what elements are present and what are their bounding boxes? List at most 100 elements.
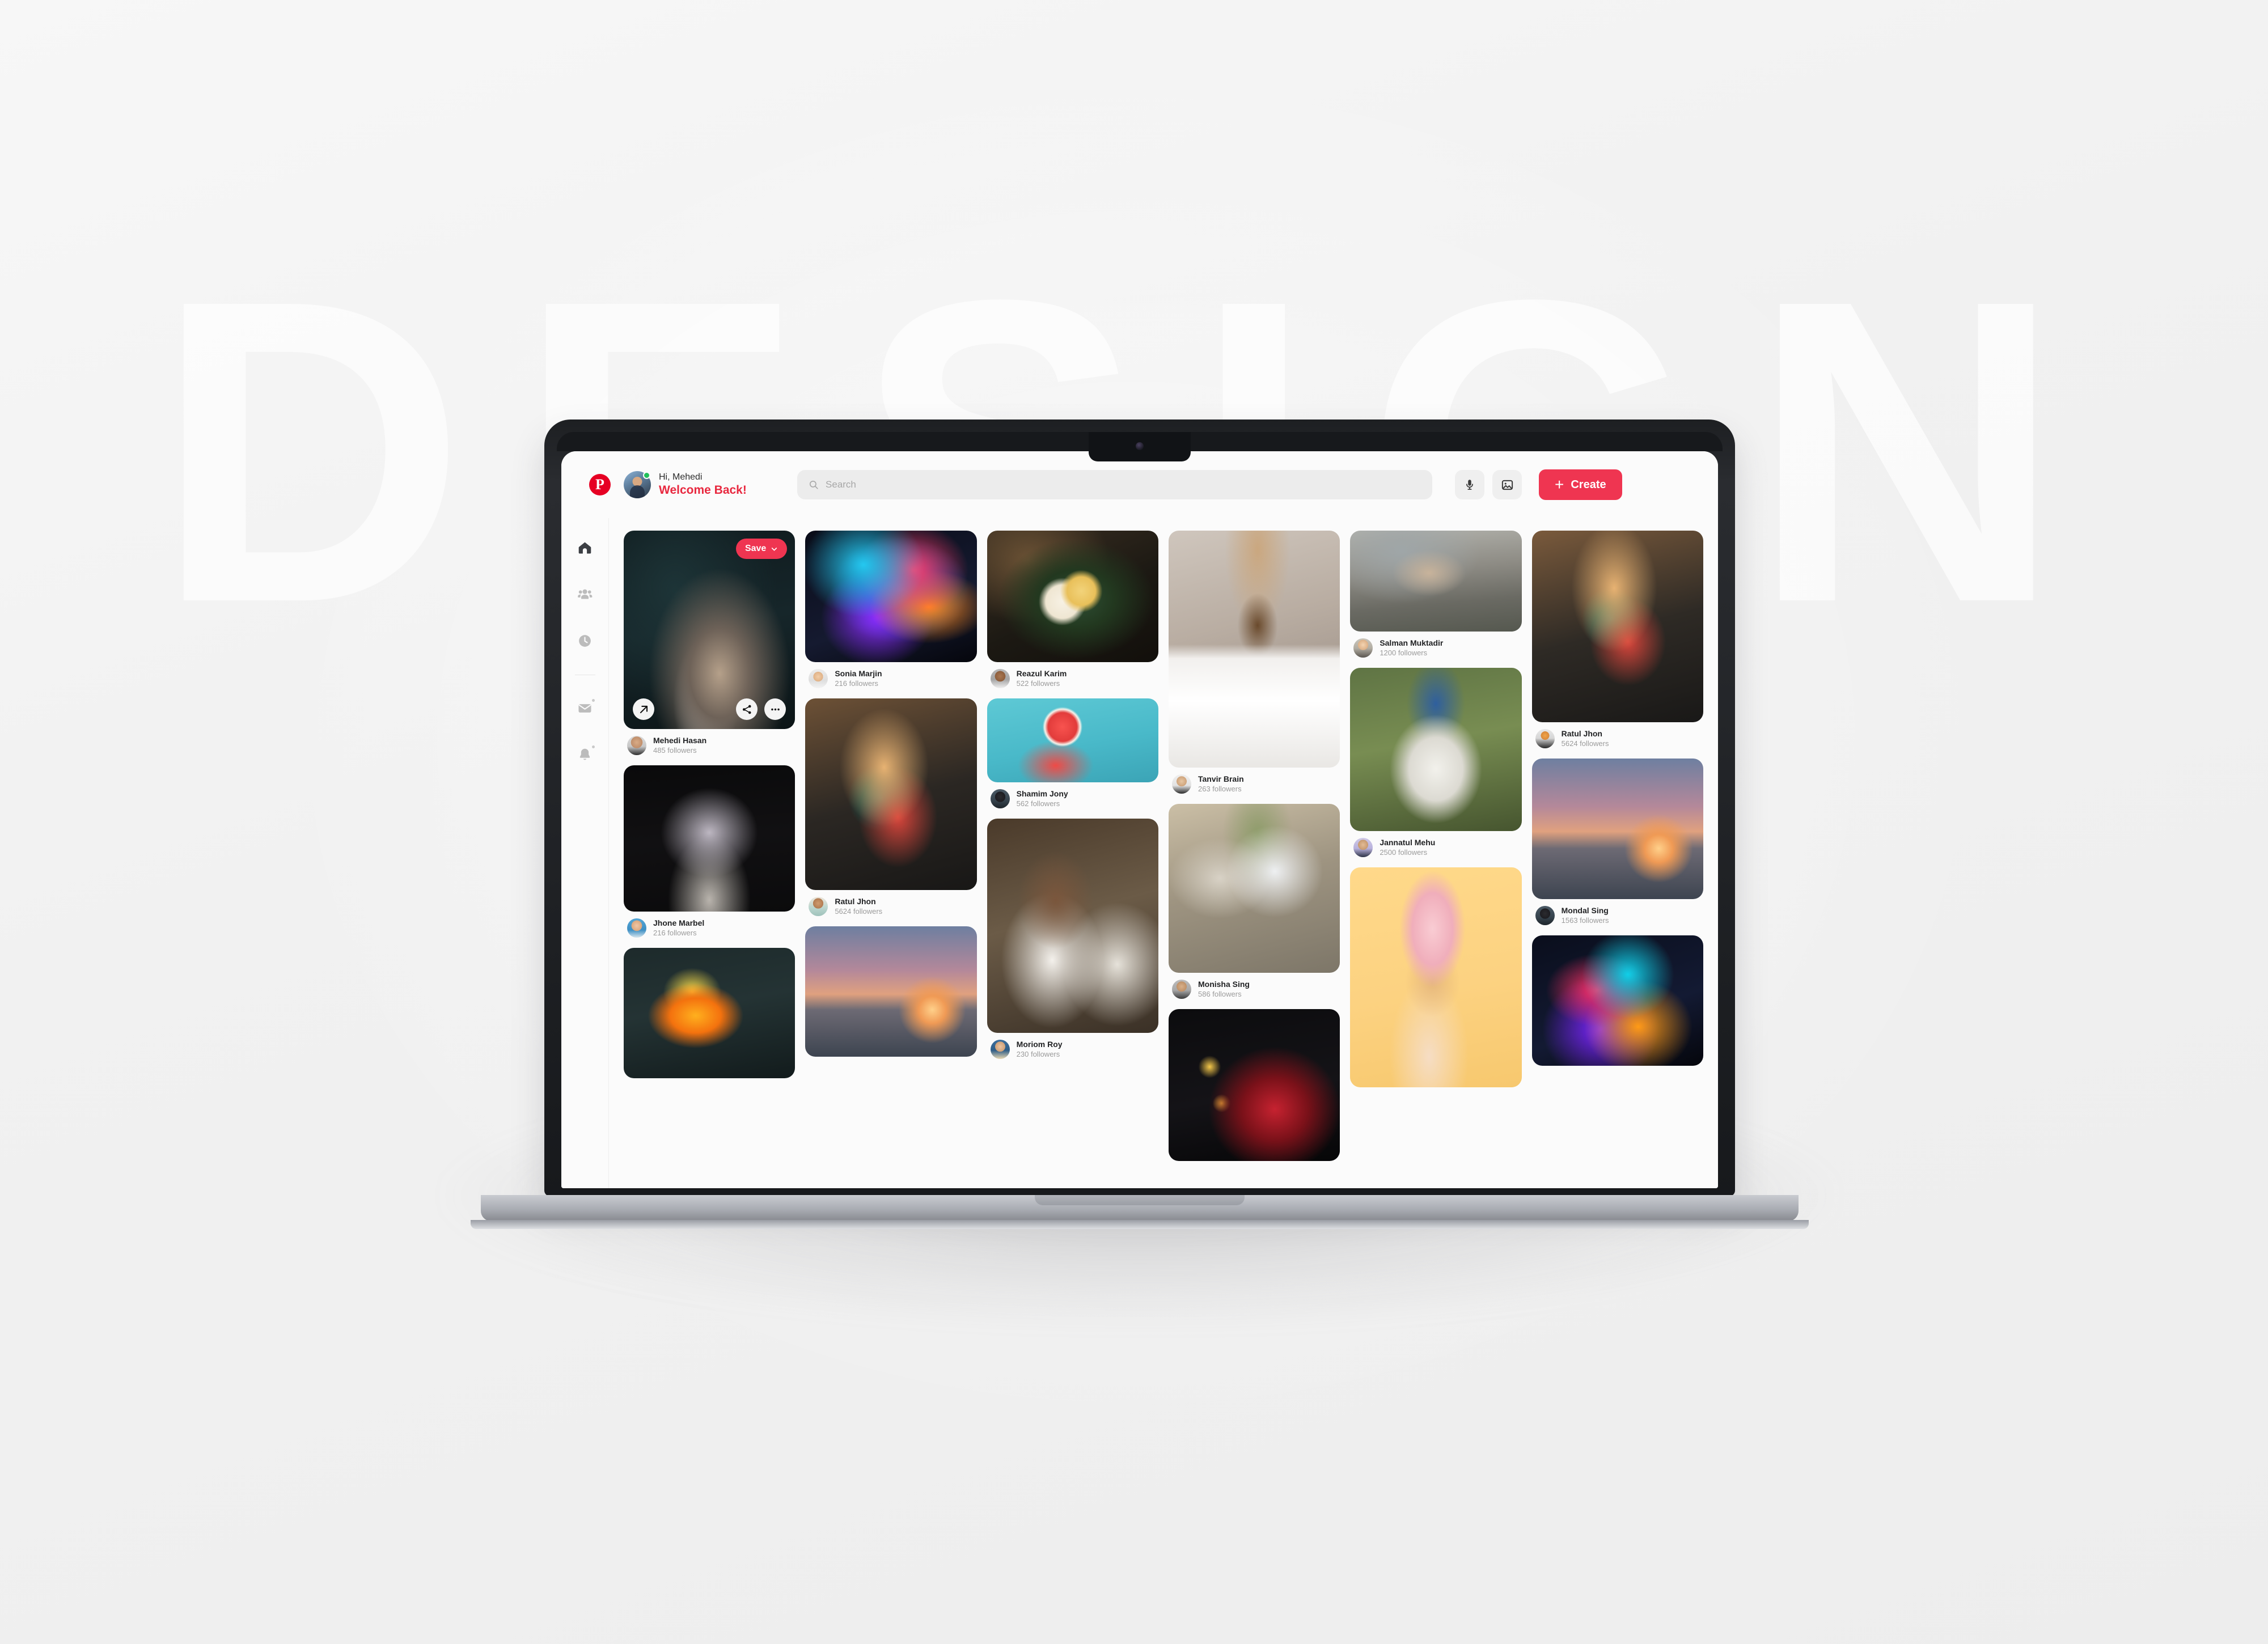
pin-image[interactable] [1531,935,1703,1066]
pin-author[interactable]: Ratul Jhon 5624 followers [1532,722,1703,749]
save-button-label: Save [744,544,767,553]
laptop-screen: P Hi, Mehedi Welcome Back! Search + Crea… [561,451,1718,1188]
pin-card[interactable]: Sonia Marjin 216 followers [805,531,977,689]
save-button[interactable]: Save [735,539,788,559]
pinterest-app: P Hi, Mehedi Welcome Back! Search + Crea… [561,451,1718,1188]
author-followers: 1200 followers [1380,648,1428,657]
author-followers: 216 followers [653,928,697,937]
pin-image[interactable] [624,948,796,1078]
clock-icon [579,634,591,647]
pin-card[interactable]: Jannatul Mehu 2500 followers [1350,668,1522,858]
sidebar-item-people[interactable] [569,578,601,610]
mail-icon [578,704,591,713]
sidebar-item-home[interactable] [569,532,601,563]
author-avatar [809,669,828,688]
pin-image[interactable] [1168,804,1340,973]
pin-card[interactable] [624,948,796,1078]
author-followers: 263 followers [1198,784,1242,793]
search-input[interactable]: Search [797,470,1432,499]
pin-card[interactable]: Save Mehedi Hasan 485 followers [624,531,796,756]
pin-image[interactable] [987,531,1158,662]
author-name: Moriom Roy [1016,1040,1063,1049]
user-greeting[interactable]: Hi, Mehedi Welcome Back! [624,471,794,498]
author-followers: 2500 followers [1380,848,1428,857]
author-followers: 562 followers [1016,799,1060,808]
pin-image[interactable] [805,531,977,662]
pin-image[interactable] [1531,531,1703,722]
greeting-big: Welcome Back! [659,484,747,497]
pin-card[interactable]: Moriom Roy 230 followers [987,819,1158,1060]
chevron-down-icon [772,547,777,550]
author-name: Salman Muktadir [1380,638,1444,648]
brand-logo[interactable]: P [576,474,624,495]
pin-card[interactable]: Jhone Marbel 216 followers [624,765,796,939]
pin-card[interactable]: Salman Muktadir 1200 followers [1350,531,1522,659]
author-text: Sonia Marjin 216 followers [835,669,882,688]
pin-card[interactable]: Monisha Sing 586 followers [1168,804,1340,1000]
mic-button[interactable] [1455,470,1484,499]
share-pin-button[interactable] [736,698,758,720]
feed-column-3: Reazul Karim 522 followers Shamim Jony 562 … [987,531,1158,1060]
pin-card[interactable]: Mondal Sing 1563 followers [1531,759,1703,926]
pin-image[interactable] [1350,867,1522,1087]
pinterest-logo-icon: P [589,474,611,495]
pin-author[interactable]: Salman Muktadir 1200 followers [1350,632,1521,659]
author-name: Mondal Sing [1561,906,1609,916]
author-followers: 522 followers [1016,679,1060,688]
create-button[interactable]: + Create [1539,469,1622,500]
author-followers: 216 followers [835,679,878,688]
pin-card[interactable] [1350,867,1522,1087]
pin-author[interactable]: Jannatul Mehu 2500 followers [1350,831,1521,858]
pin-card[interactable]: Ratul Jhon 5624 followers [1531,531,1703,749]
pin-image[interactable] [1168,1009,1340,1161]
pin-card[interactable] [1531,935,1703,1066]
pin-card[interactable]: Reazul Karim 522 followers [987,531,1158,689]
pin-author[interactable]: Mondal Sing 1563 followers [1532,899,1703,926]
pin-image[interactable] [1531,759,1703,899]
pin-card[interactable] [805,926,977,1057]
feed-column-4: Tanvir Brain 263 followers Monisha Sing 586… [1168,531,1340,1161]
sidebar-item-notifications[interactable] [569,739,601,770]
sidebar-item-messages[interactable] [569,692,601,724]
pin-card[interactable]: Ratul Jhon 5624 followers [805,698,977,917]
author-followers: 1563 followers [1561,916,1609,925]
pin-author[interactable]: Shamim Jony 562 followers [987,782,1158,810]
more-options-button[interactable] [764,698,786,720]
pin-author[interactable]: Mehedi Hasan 485 followers [624,729,795,756]
pin-image[interactable]: Save [624,531,796,729]
pin-author[interactable]: Sonia Marjin 216 followers [805,662,976,689]
pin-image[interactable] [1350,531,1522,632]
open-pin-button[interactable] [633,698,654,720]
pin-author[interactable]: Monisha Sing 586 followers [1169,973,1340,1000]
pin-image[interactable] [624,765,796,912]
avatar[interactable] [624,471,651,498]
author-name: Tanvir Brain [1198,774,1244,784]
author-avatar [990,1040,1010,1059]
microphone-icon [1466,480,1473,490]
sidebar-nav [561,518,609,1188]
online-status-dot [643,472,650,479]
pin-image[interactable] [805,698,977,890]
pin-image[interactable] [987,698,1158,782]
author-name: Mehedi Hasan [653,736,707,745]
pin-author[interactable]: Tanvir Brain 263 followers [1169,768,1340,795]
laptop-mockup: P Hi, Mehedi Welcome Back! Search + Crea… [442,420,1837,1327]
pin-author[interactable]: Reazul Karim 522 followers [987,662,1158,689]
pin-author[interactable]: Ratul Jhon 5624 followers [805,890,976,917]
pin-image[interactable] [987,819,1158,1033]
pin-card[interactable]: Tanvir Brain 263 followers [1168,531,1340,795]
pin-image[interactable] [1168,531,1340,768]
laptop-lid: P Hi, Mehedi Welcome Back! Search + Crea… [544,420,1735,1196]
sidebar-item-recent[interactable] [569,625,601,656]
pin-author[interactable]: Moriom Roy 230 followers [987,1033,1158,1060]
pin-image[interactable] [805,926,977,1057]
pin-card[interactable] [1168,1009,1340,1161]
pin-card[interactable]: Shamim Jony 562 followers [987,698,1158,810]
author-avatar [627,736,646,755]
pin-author[interactable]: Jhone Marbel 216 followers [624,912,795,939]
pin-image[interactable] [1350,668,1522,831]
laptop-base [481,1195,1799,1221]
messages-badge [590,698,596,703]
image-upload-button[interactable] [1492,470,1522,499]
author-avatar [627,918,646,938]
